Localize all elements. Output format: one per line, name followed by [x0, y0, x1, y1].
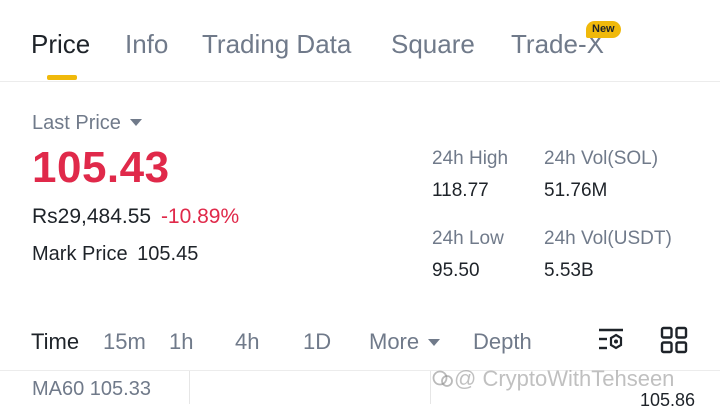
top-tab-bar: Price Info Trading Data Square Trade-X N…: [0, 0, 720, 82]
stat-low-label: 24h Low: [432, 228, 504, 249]
last-price-label: Last Price: [32, 112, 121, 134]
last-price-value: 105.43: [32, 143, 170, 192]
interval-4h[interactable]: 4h: [235, 328, 259, 356]
interval-more[interactable]: More: [369, 328, 441, 356]
tab-trading-data[interactable]: Trading Data: [202, 26, 351, 62]
last-price-selector[interactable]: Last Price: [32, 112, 142, 135]
chart-settings-icon[interactable]: [597, 326, 627, 354]
interval-15m[interactable]: 15m: [103, 328, 146, 356]
stat-high-value: 118.77: [432, 180, 489, 201]
price-axis-label: 105.86: [640, 390, 696, 410]
watermark: @ CryptoWithTehseen: [432, 366, 674, 392]
stat-vol-sol-label: 24h Vol(SOL): [544, 148, 659, 169]
grid-layout-icon[interactable]: [660, 326, 688, 354]
change-percent: -10.89%: [160, 205, 240, 228]
mark-price-label: Mark Price: [32, 243, 128, 265]
mark-price-value: 105.45: [137, 243, 199, 265]
interval-1d[interactable]: 1D: [303, 328, 331, 356]
ma60-indicator: MA60 105.33: [32, 378, 151, 400]
stat-low-value: 95.50: [432, 260, 480, 281]
interval-1h[interactable]: 1h: [169, 328, 193, 356]
chart-grid-line: [430, 371, 431, 404]
caret-down-icon: [129, 119, 142, 126]
stat-vol-usdt-value: 5.53B: [544, 260, 594, 281]
tab-price[interactable]: Price: [31, 26, 90, 62]
interval-more-label: More: [369, 329, 420, 354]
watermark-text: @ CryptoWithTehseen: [454, 366, 675, 391]
tab-square[interactable]: Square: [391, 26, 475, 62]
tab-depth[interactable]: Depth: [473, 328, 532, 356]
interval-time[interactable]: Time: [31, 328, 79, 356]
stat-vol-usdt-label: 24h Vol(USDT): [544, 228, 672, 249]
mark-price-row: Mark Price 105.45: [32, 243, 198, 266]
watermark-logo-icon: [432, 368, 454, 387]
active-tab-indicator: [47, 75, 77, 80]
stat-high-label: 24h High: [432, 148, 509, 169]
fiat-change-row: Rs29,484.55 -10.89%: [32, 205, 239, 229]
chart-grid-line: [189, 371, 190, 404]
caret-down-icon: [428, 339, 441, 346]
stat-vol-sol-value: 51.76M: [544, 180, 608, 201]
new-badge: New: [586, 21, 621, 38]
tab-info[interactable]: Info: [125, 26, 168, 62]
fiat-value: Rs29,484.55: [32, 205, 152, 228]
